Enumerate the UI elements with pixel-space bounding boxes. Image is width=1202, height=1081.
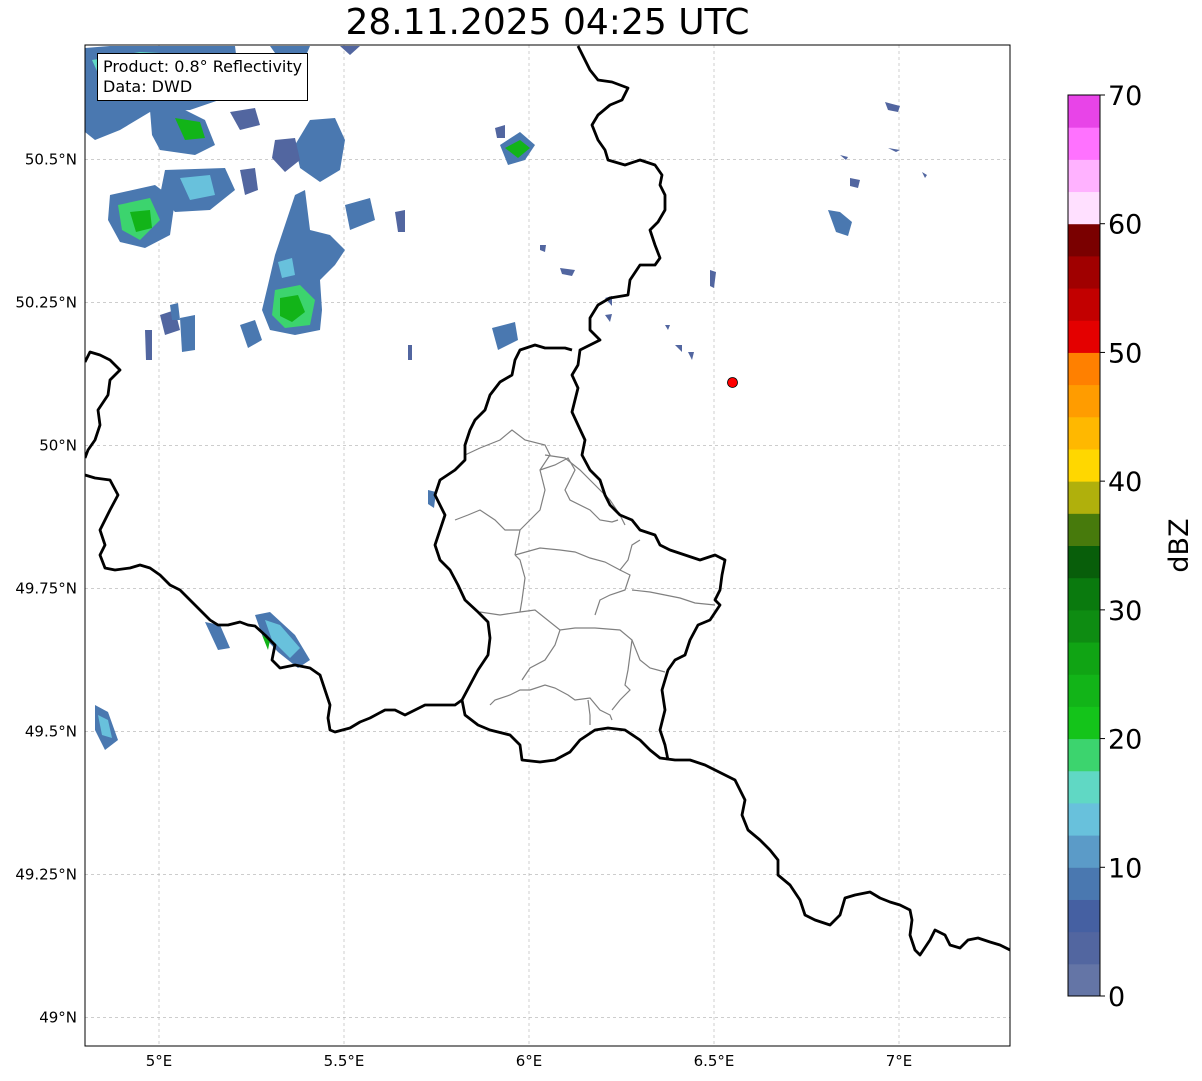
- colorbar-segment: [1068, 642, 1100, 675]
- colorbar-segment: [1068, 352, 1100, 386]
- colorbar-segment: [1068, 320, 1100, 353]
- lat-tick-label: 50.5°N: [25, 150, 77, 168]
- colorbar-segment: [1068, 416, 1100, 450]
- lat-tick-label: 49.25°N: [15, 865, 77, 883]
- colorbar-tick-label: 70: [1108, 81, 1142, 112]
- colorbar-segment: [1068, 384, 1100, 418]
- colorbar-segment: [1068, 288, 1100, 321]
- colorbar-segment: [1068, 802, 1100, 836]
- colorbar: 0 10 20 30 40 50 60 70 dBZ: [1067, 81, 1195, 1013]
- location-marker: [727, 377, 738, 388]
- colorbar-label: dBZ: [1164, 518, 1195, 572]
- colorbar-segment: [1068, 577, 1100, 611]
- lon-tick-label: 6.5°E: [694, 1052, 735, 1070]
- lat-tick-label: 49.75°N: [15, 579, 77, 597]
- colorbar-segment: [1068, 159, 1100, 193]
- colorbar-segment: [1068, 674, 1100, 707]
- lat-tick-label: 49.5°N: [25, 722, 77, 740]
- lon-tick-label: 5.5°E: [324, 1052, 365, 1070]
- luxembourg-cantons: [454, 429, 716, 725]
- longitude-ticks: 5°E 5.5°E 6°E 6.5°E 7°E: [146, 1052, 913, 1070]
- lat-tick-label: 49°N: [39, 1008, 77, 1026]
- echo-cluster-north: [408, 125, 535, 508]
- radar-echoes: [85, 46, 927, 750]
- colorbar-segment: [1068, 191, 1100, 225]
- colorbar-segment: [1068, 899, 1100, 933]
- colorbar-segment: [1068, 481, 1100, 514]
- lat-tick-label: 50°N: [39, 436, 77, 454]
- lon-tick-label: 6°E: [516, 1052, 543, 1070]
- lon-tick-label: 7°E: [886, 1052, 913, 1070]
- colorbar-tick-label: 50: [1108, 338, 1142, 369]
- lon-tick-label: 5°E: [146, 1052, 173, 1070]
- product-label: Product: 0.8° Reflectivity: [103, 57, 303, 76]
- colorbar-tick-label: 30: [1108, 596, 1142, 627]
- colorbar-segment: [1068, 545, 1100, 579]
- data-source-label: Data: DWD: [103, 77, 193, 96]
- latitude-ticks: 49°N 49.25°N 49.5°N 49.75°N 50°N 50.25°N 50.5°…: [15, 150, 77, 1026]
- colorbar-segment: [1068, 963, 1100, 997]
- colorbar-segment: [1068, 255, 1100, 289]
- colorbar-segment: [1068, 835, 1100, 868]
- colorbar-tick-label: 10: [1108, 853, 1142, 884]
- colorbar-segment: [1068, 448, 1100, 482]
- info-box: Product: 0.8° Reflectivity Data: DWD: [97, 53, 309, 101]
- colorbar-tick-label: 0: [1108, 982, 1125, 1013]
- colorbar-segment: [1068, 706, 1100, 740]
- colorbar-segment: [1068, 513, 1100, 546]
- radar-map: 5°E 5.5°E 6°E 6.5°E 7°E 49°N 49.25°N 49.5°N 49.…: [15, 44, 1195, 1070]
- colorbar-segment: [1068, 770, 1100, 804]
- colorbar-tick-label: 20: [1108, 725, 1142, 756]
- colorbar-tick-label: 40: [1108, 467, 1142, 498]
- lat-tick-label: 50.25°N: [15, 293, 77, 311]
- echo-cluster-southwest: [95, 612, 310, 750]
- colorbar-segment: [1068, 127, 1100, 160]
- colorbar-segment: [1068, 609, 1100, 643]
- colorbar-tick-label: 60: [1108, 210, 1142, 241]
- colorbar-segment: [1068, 931, 1100, 965]
- colorbar-segment: [1068, 223, 1100, 257]
- colorbar-segment: [1068, 95, 1100, 128]
- colorbar-segment: [1068, 738, 1100, 772]
- colorbar-segment: [1068, 867, 1100, 900]
